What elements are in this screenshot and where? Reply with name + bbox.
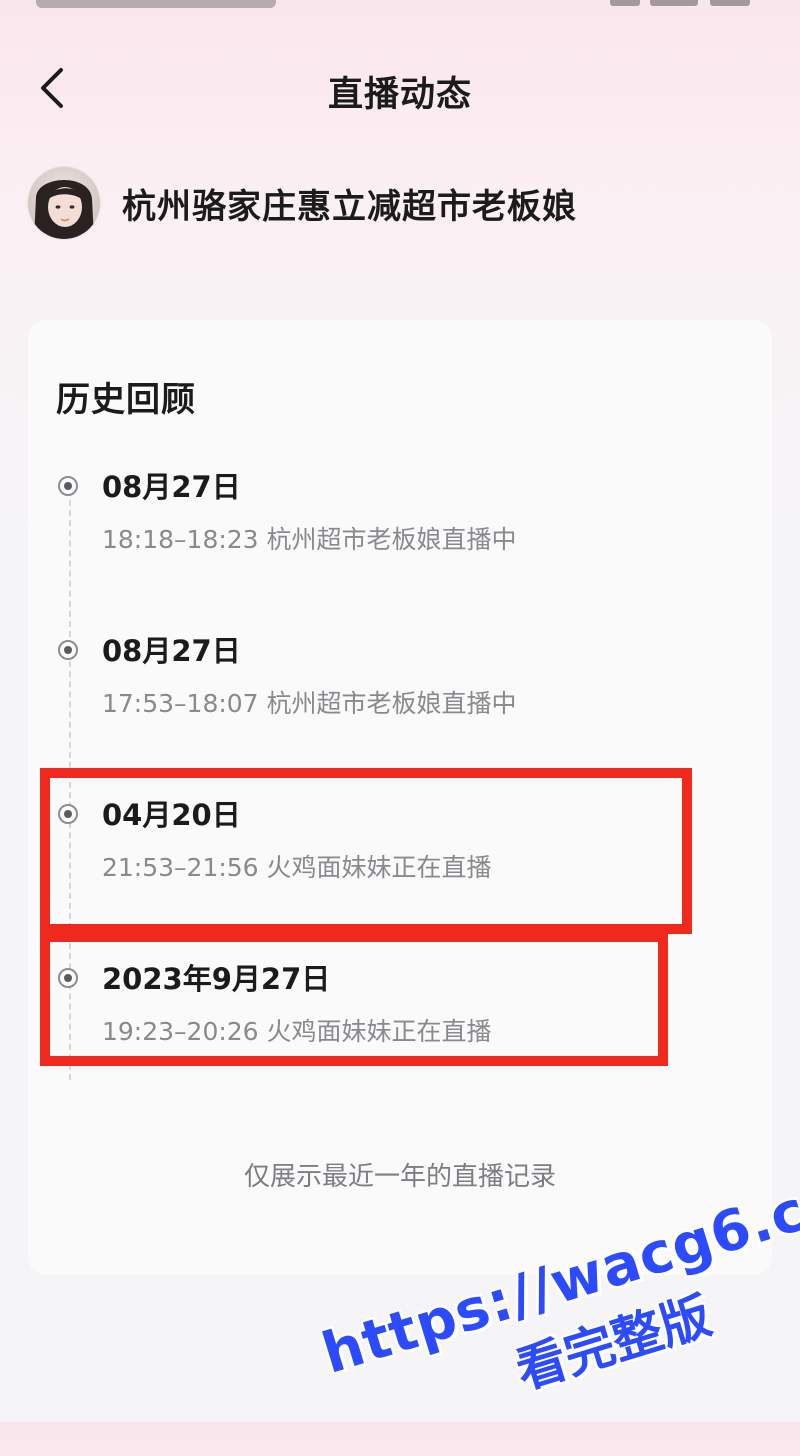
watermark-subtitle: 看完整版 (509, 1286, 718, 1401)
avatar[interactable] (28, 167, 100, 239)
top-nav-bar: 直播动态 (0, 48, 800, 128)
entry-detail: 18:18–18:23 杭州超市老板娘直播中 (102, 525, 517, 554)
history-entry[interactable]: 08月27日 17:53–18:07 杭州超市老板娘直播中 (56, 634, 746, 754)
chevron-left-icon (41, 68, 63, 108)
avatar-image (28, 167, 100, 239)
status-bar (0, 0, 800, 14)
streamer-profile[interactable]: 杭州骆家庄惠立减超市老板娘 (28, 166, 768, 240)
entry-date: 2023年9月27日 (102, 962, 331, 996)
timeline-dot-icon (58, 640, 78, 660)
status-icons (610, 0, 750, 8)
status-time-blurred (36, 0, 276, 8)
history-entry[interactable]: 04月20日 21:53–21:56 火鸡面妹妹正在直播 (56, 798, 746, 918)
timeline-dot-icon (58, 968, 78, 988)
history-footer-note: 仅展示最近一年的直播记录 (243, 1162, 556, 1192)
entry-detail: 21:53–21:56 火鸡面妹妹正在直播 (102, 853, 492, 882)
history-section-title: 历史回顾 (56, 380, 196, 420)
streamer-name: 杭州骆家庄惠立减超市老板娘 (122, 186, 577, 227)
entry-detail: 19:23–20:26 火鸡面妹妹正在直播 (102, 1017, 492, 1046)
timeline-dot-icon (58, 804, 78, 824)
back-button[interactable] (24, 60, 80, 116)
entry-date: 04月20日 (102, 798, 241, 832)
history-entry[interactable]: 2023年9月27日 19:23–20:26 火鸡面妹妹正在直播 (56, 962, 746, 1082)
page-title: 直播动态 (327, 75, 472, 115)
history-entry[interactable]: 08月27日 18:18–18:23 杭州超市老板娘直播中 (56, 470, 746, 590)
history-card: 历史回顾 08月27日 18:18–18:23 杭州超市老板娘直播中 08月27… (28, 320, 772, 1275)
entry-date: 08月27日 (102, 634, 241, 668)
entry-detail: 17:53–18:07 杭州超市老板娘直播中 (102, 689, 517, 718)
entry-date: 08月27日 (102, 470, 241, 504)
timeline-dot-icon (58, 476, 78, 496)
